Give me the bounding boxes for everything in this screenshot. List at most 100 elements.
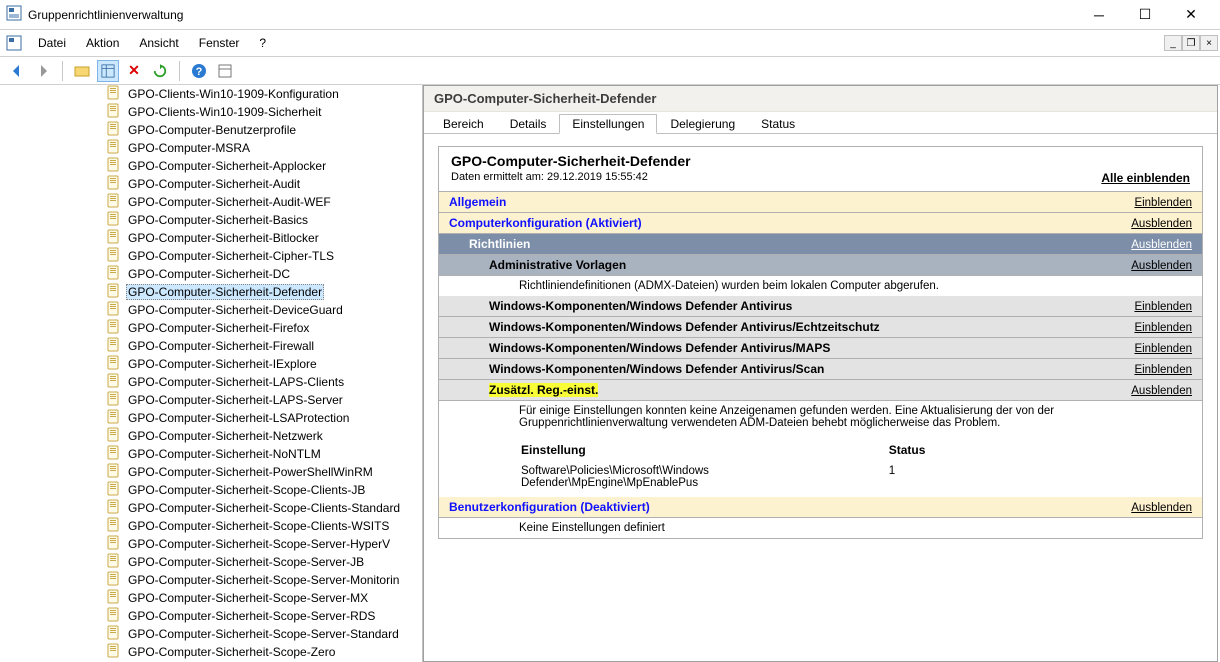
tree-item[interactable]: GPO-Computer-Sicherheit-Firefox	[0, 319, 422, 337]
folder-button[interactable]	[71, 60, 93, 82]
section-general-label: Allgemein	[449, 195, 506, 209]
tree-item[interactable]: GPO-Computer-Sicherheit-Scope-Clients-WS…	[0, 517, 422, 535]
forward-button[interactable]	[32, 60, 54, 82]
gpo-icon	[106, 355, 122, 374]
tree-item[interactable]: GPO-Computer-Sicherheit-Audit-WEF	[0, 193, 422, 211]
tab-einstellungen[interactable]: Einstellungen	[559, 114, 657, 134]
window-maximize-button[interactable]: ☐	[1122, 0, 1168, 30]
tab-bereich[interactable]: Bereich	[430, 114, 497, 133]
delete-button[interactable]: ✕	[123, 60, 145, 82]
tree-item[interactable]: GPO-Computer-Benutzerprofile	[0, 121, 422, 139]
tree-item[interactable]: GPO-Computer-Sicherheit-Scope-Server-RDS	[0, 607, 422, 625]
tree-item[interactable]: GPO-Computer-Sicherheit-Scope-Server-Hyp…	[0, 535, 422, 553]
gpo-icon	[106, 103, 122, 122]
tree-item[interactable]: GPO-Computer-Sicherheit-Scope-Clients-St…	[0, 499, 422, 517]
tree-item-label: GPO-Computer-Sicherheit-Scope-Clients-JB	[126, 483, 367, 497]
tree-item[interactable]: GPO-Clients-Win10-1909-Konfiguration	[0, 85, 422, 103]
tree-item[interactable]: GPO-Computer-Sicherheit-Scope-Server-Mon…	[0, 571, 422, 589]
tree-item[interactable]: GPO-Computer-Sicherheit-Scope-Server-Sta…	[0, 625, 422, 643]
gpo-icon	[106, 391, 122, 410]
mdi-restore-button[interactable]: ❐	[1182, 35, 1200, 51]
gpo-icon	[106, 535, 122, 554]
help-button[interactable]: ?	[188, 60, 210, 82]
row-status: 1	[889, 463, 1188, 491]
gpo-icon	[106, 283, 122, 302]
tree-item-label: GPO-Computer-Sicherheit-DeviceGuard	[126, 303, 345, 317]
tree-item[interactable]: GPO-Computer-Sicherheit-LAPS-Server	[0, 391, 422, 409]
section-general-toggle[interactable]: Einblenden	[1134, 197, 1192, 209]
tree-item-label: GPO-Computer-Sicherheit-Audit	[126, 177, 302, 191]
gpo-icon	[106, 589, 122, 608]
tree-item[interactable]: GPO-Computer-Sicherheit-Defender	[0, 283, 422, 301]
tree-item[interactable]: GPO-Computer-Sicherheit-Audit	[0, 175, 422, 193]
tree-item[interactable]: GPO-Computer-Sicherheit-Scope-Server-JB	[0, 553, 422, 571]
tree-item[interactable]: GPO-Computer-Sicherheit-LAPS-Clients	[0, 373, 422, 391]
svg-text:?: ?	[196, 66, 203, 78]
menu-datei[interactable]: Datei	[28, 30, 76, 56]
tree-item-label: GPO-Computer-Sicherheit-Bitlocker	[126, 231, 321, 245]
tree-item[interactable]: GPO-Computer-Sicherheit-DeviceGuard	[0, 301, 422, 319]
admx-note: Richtliniendefinitionen (ADMX-Dateien) w…	[439, 276, 1202, 296]
category-toggle[interactable]: Einblenden	[1134, 343, 1192, 355]
refresh-button[interactable]	[149, 60, 171, 82]
tree-item-label: GPO-Computer-Sicherheit-Scope-Server-MX	[126, 591, 370, 605]
category-toggle[interactable]: Einblenden	[1134, 364, 1192, 376]
tree-item[interactable]: GPO-Computer-Sicherheit-Firewall	[0, 337, 422, 355]
app-icon	[6, 5, 22, 24]
tree-item[interactable]: GPO-Computer-Sicherheit-Netzwerk	[0, 427, 422, 445]
section-computercfg-label: Computerkonfiguration (Aktiviert)	[449, 216, 642, 230]
tree-item[interactable]: GPO-Computer-MSRA	[0, 139, 422, 157]
tree-item[interactable]: GPO-Computer-Sicherheit-IExplore	[0, 355, 422, 373]
tree-item[interactable]: GPO-Computer-Sicherheit-LSAProtection	[0, 409, 422, 427]
expand-all-link[interactable]: Alle einblenden	[1101, 171, 1190, 185]
tree-item-label: GPO-Computer-Sicherheit-Cipher-TLS	[126, 249, 336, 263]
tree-item[interactable]: GPO-Computer-Sicherheit-Scope-Server-MX	[0, 589, 422, 607]
back-button[interactable]	[6, 60, 28, 82]
toolbar: ✕ ?	[0, 57, 1220, 85]
section-policies-toggle[interactable]: Ausblenden	[1131, 239, 1192, 251]
tree-item[interactable]: GPO-Clients-Win10-1909-Sicherheit	[0, 103, 422, 121]
tree-item[interactable]: GPO-Computer-Sicherheit-DC	[0, 265, 422, 283]
section-policies-label: Richtlinien	[469, 237, 530, 251]
category-label: Windows-Komponenten/Windows Defender Ant…	[489, 320, 880, 334]
tree-item[interactable]: GPO-Computer-Sicherheit-PowerShellWinRM	[0, 463, 422, 481]
gpo-icon	[106, 643, 122, 662]
tree-item-label: GPO-Computer-Sicherheit-LSAProtection	[126, 411, 351, 425]
tree-item[interactable]: GPO-Computer-Sicherheit-Basics	[0, 211, 422, 229]
tab-status[interactable]: Status	[748, 114, 808, 133]
tree-item-label: GPO-Computer-Sicherheit-Firefox	[126, 321, 311, 335]
window-titlebar: Gruppenrichtlinienverwaltung ─ ☐ ✕	[0, 0, 1220, 30]
menu-fenster[interactable]: Fenster	[189, 30, 250, 56]
mdi-close-button[interactable]: ×	[1200, 35, 1218, 51]
section-admintpl-toggle[interactable]: Ausblenden	[1131, 260, 1192, 272]
tree-item-label: GPO-Computer-Sicherheit-LAPS-Server	[126, 393, 345, 407]
menu-ansicht[interactable]: Ansicht	[129, 30, 188, 56]
tree-item-label: GPO-Computer-Benutzerprofile	[126, 123, 298, 137]
tabs-row: BereichDetailsEinstellungenDelegierungSt…	[424, 112, 1217, 134]
section-usercfg-toggle[interactable]: Ausblenden	[1131, 502, 1192, 514]
tree-item[interactable]: GPO-Computer-Sicherheit-Cipher-TLS	[0, 247, 422, 265]
category-toggle[interactable]: Einblenden	[1134, 301, 1192, 313]
tree-item[interactable]: GPO-Computer-Sicherheit-Bitlocker	[0, 229, 422, 247]
extra-reg-toggle[interactable]: Ausblenden	[1131, 385, 1192, 397]
tab-details[interactable]: Details	[497, 114, 560, 133]
gpo-icon	[106, 625, 122, 644]
extra-reg-label: Zusätzl. Reg.-einst.	[489, 383, 598, 397]
tab-delegierung[interactable]: Delegierung	[657, 114, 748, 133]
tree-item[interactable]: GPO-Computer-Sicherheit-Scope-Zero	[0, 643, 422, 661]
menu-aktion[interactable]: Aktion	[76, 30, 129, 56]
tree-panel[interactable]: GPO-Clients-Win10-1909-KonfigurationGPO-…	[0, 85, 423, 662]
window-close-button[interactable]: ✕	[1168, 0, 1214, 30]
window-minimize-button[interactable]: ─	[1076, 0, 1122, 30]
details-view-button[interactable]	[97, 60, 119, 82]
properties-button[interactable]	[214, 60, 236, 82]
mdi-minimize-button[interactable]: _	[1164, 35, 1182, 51]
section-computercfg-toggle[interactable]: Ausblenden	[1131, 218, 1192, 230]
tree-item-label: GPO-Computer-Sicherheit-IExplore	[126, 357, 319, 371]
tree-item[interactable]: GPO-Computer-Sicherheit-Scope-Clients-JB	[0, 481, 422, 499]
gpo-icon	[106, 373, 122, 392]
category-toggle[interactable]: Einblenden	[1134, 322, 1192, 334]
tree-item[interactable]: GPO-Computer-Sicherheit-NoNTLM	[0, 445, 422, 463]
menu-help[interactable]: ?	[249, 30, 276, 56]
tree-item[interactable]: GPO-Computer-Sicherheit-Applocker	[0, 157, 422, 175]
